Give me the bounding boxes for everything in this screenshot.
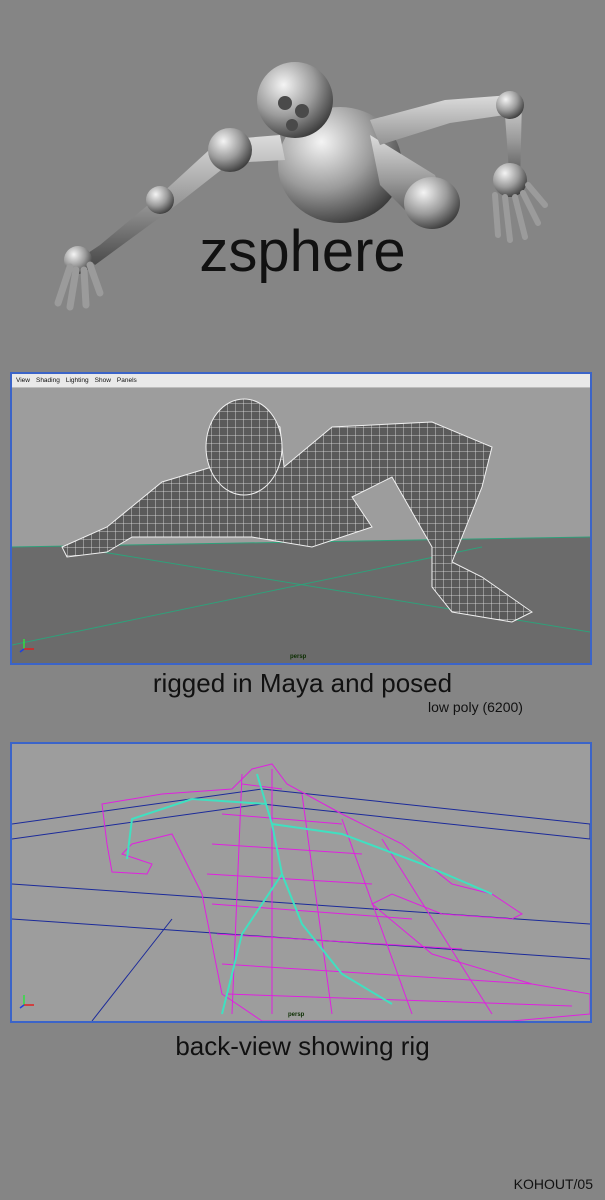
caption-rigged: rigged in Maya and posed — [152, 668, 453, 698]
zsphere-caption: zsphere — [199, 219, 406, 284]
menu-view[interactable]: View — [16, 377, 30, 384]
caption-back-view: back-view showing rig — [175, 1031, 430, 1061]
camera-label: persp — [288, 1012, 305, 1018]
menu-show[interactable]: Show — [95, 377, 111, 384]
viewport-menubar: View Shading Lighting Show Panels — [12, 374, 590, 388]
maya-viewport-persp[interactable]: View Shading Lighting Show Panels persp — [10, 372, 592, 665]
zsphere-figure-render — [54, 62, 548, 311]
camera-label: persp — [290, 654, 307, 660]
menu-lighting[interactable]: Lighting — [66, 377, 89, 384]
axis-gizmo-icon — [19, 995, 34, 1009]
viewport-scene — [12, 398, 590, 663]
menu-panels[interactable]: Panels — [117, 377, 137, 384]
artist-signature: KOHOUT/05 — [513, 1176, 593, 1192]
axis-gizmo-icon — [19, 639, 34, 653]
menu-shading[interactable]: Shading — [36, 377, 60, 384]
rig-scene — [12, 763, 590, 1021]
maya-viewport-rig[interactable]: persp — [10, 742, 592, 1023]
caption-poly-count: low poly (6200) — [428, 699, 523, 715]
